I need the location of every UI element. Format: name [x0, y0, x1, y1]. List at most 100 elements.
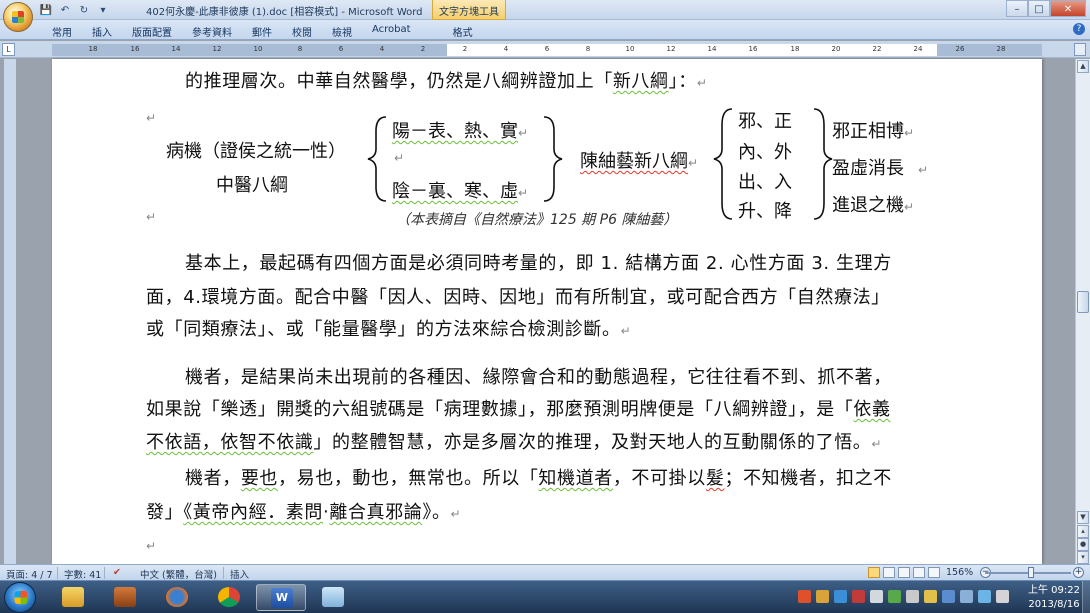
- ruler-tick-label: 14: [171, 45, 181, 53]
- media-icon: [114, 587, 136, 607]
- tray-icon[interactable]: [996, 590, 1009, 603]
- scroll-thumb[interactable]: [1077, 291, 1089, 313]
- ruler-tick-label: 14: [707, 45, 717, 53]
- ruler-tick-label: 16: [748, 45, 758, 53]
- next-page-button[interactable]: ▾: [1077, 551, 1089, 564]
- undo-icon[interactable]: ↶: [57, 3, 73, 18]
- view-ruler-button[interactable]: [1074, 43, 1086, 56]
- tab-home[interactable]: 常用: [42, 23, 82, 40]
- customize-qat-icon[interactable]: ▾: [95, 3, 111, 18]
- tab-insert[interactable]: 插入: [82, 23, 122, 40]
- tab-page-layout[interactable]: 版面配置: [122, 23, 182, 40]
- system-tray: [798, 590, 1009, 603]
- chrome-icon: [218, 587, 240, 607]
- ruler-tick-label: 22: [872, 45, 882, 53]
- maximize-button[interactable]: □: [1028, 0, 1050, 17]
- ruler-tick-label: 28: [996, 45, 1006, 53]
- proofing-icon[interactable]: ✔: [113, 567, 121, 578]
- divider: [57, 567, 58, 579]
- paragraph-3-line-1: 機者，要也，易也，動也，無常也。所以「知機道者，不可掛以髮；不知機者，扣之不: [185, 468, 892, 489]
- window-title: 402何永慶-此康非彼康 (1).doc [相容模式] - Microsoft …: [146, 7, 423, 18]
- title-bar: 💾 ↶ ↻ ▾ 402何永慶-此康非彼康 (1).doc [相容模式] - Mi…: [0, 0, 1090, 32]
- start-button[interactable]: [4, 582, 36, 613]
- ruler-tick-label: 6: [338, 45, 344, 53]
- tab-mailings[interactable]: 郵件: [242, 23, 282, 40]
- vertical-ruler[interactable]: [4, 59, 16, 564]
- diagram-new-principle-3: 出、入: [738, 172, 792, 193]
- web-layout-button[interactable]: [898, 567, 910, 578]
- tab-view[interactable]: 檢視: [322, 23, 362, 40]
- previous-page-button[interactable]: ▴: [1077, 525, 1089, 538]
- tray-icon[interactable]: [888, 590, 901, 603]
- diagram-caption: （本表摘自《自然療法》125 期 P6 陳紬藝）: [396, 212, 678, 228]
- horizontal-ruler[interactable]: 18 16 14 12 10 8 6 4 2 2 4 6 8 10 12 14 16 18 20 22 24 26 28: [52, 44, 1042, 56]
- taskbar-media[interactable]: [100, 584, 150, 611]
- clock-date: 2013/8/16: [1028, 599, 1080, 610]
- scroll-up-button[interactable]: ▲: [1077, 60, 1089, 73]
- vertical-scrollbar[interactable]: ▲ ▼ ▴ ● ▾: [1075, 59, 1090, 564]
- tray-icon[interactable]: [834, 590, 847, 603]
- ruler-tick-label: 4: [503, 45, 509, 53]
- ruler-tick-label: 4: [379, 45, 385, 53]
- tray-icon[interactable]: [798, 590, 811, 603]
- ribbon: 常用 插入 版面配置 參考資料 郵件 校閱 檢視 Acrobat 格式 ?: [0, 20, 1090, 40]
- paragraph-1-line-2: 面，4.環境方面。配合中醫「因人、因時、因地」而有所制宜，或可配合西方「自然療法…: [146, 287, 890, 308]
- diagram-new-principle-2: 內、外: [738, 142, 792, 163]
- taskbar-explorer[interactable]: [48, 584, 98, 611]
- close-button[interactable]: ✕: [1050, 0, 1086, 17]
- ruler-tick-label: 24: [913, 45, 923, 53]
- word-count[interactable]: 字數: 41: [64, 567, 101, 581]
- scroll-down-button[interactable]: ▼: [1077, 511, 1089, 524]
- full-screen-reading-button[interactable]: [883, 567, 895, 578]
- office-button[interactable]: [3, 2, 33, 32]
- word-icon: W: [271, 588, 293, 608]
- tray-icon[interactable]: [816, 590, 829, 603]
- ruler-tick-label: 12: [212, 45, 222, 53]
- tray-icon[interactable]: [924, 590, 937, 603]
- clock[interactable]: 上午 09:22 2013/8/16: [1028, 584, 1080, 612]
- zoom-in-button[interactable]: +: [1073, 567, 1084, 578]
- print-layout-view-button[interactable]: [868, 567, 880, 578]
- tab-format[interactable]: 格式: [443, 23, 483, 40]
- window-controls: – □ ✕: [1006, 0, 1086, 17]
- ruler-tick-label: 20: [831, 45, 841, 53]
- tray-icon[interactable]: [978, 590, 991, 603]
- page-counter[interactable]: 頁面: 4 / 7: [6, 567, 53, 581]
- tab-review[interactable]: 校閱: [282, 23, 322, 40]
- taskbar-word[interactable]: W: [256, 584, 306, 611]
- ruler-tick-label: 10: [625, 45, 635, 53]
- ribbon-tabs: 常用 插入 版面配置 參考資料 郵件 校閱 檢視 Acrobat 格式: [42, 23, 483, 40]
- redo-icon[interactable]: ↻: [76, 3, 92, 18]
- tab-acrobat[interactable]: Acrobat: [362, 23, 421, 40]
- zoom-slider-thumb[interactable]: [1028, 567, 1034, 578]
- browse-object-button[interactable]: ●: [1077, 538, 1089, 551]
- tab-references[interactable]: 參考資料: [182, 23, 242, 40]
- minimize-button[interactable]: –: [1006, 0, 1028, 17]
- quick-access-toolbar: 💾 ↶ ↻ ▾: [38, 2, 111, 18]
- folder-icon: [62, 587, 84, 607]
- tray-icon[interactable]: [870, 590, 883, 603]
- taskbar: W 上午 09:22 2013/8/16: [0, 580, 1090, 613]
- tray-icon[interactable]: [960, 590, 973, 603]
- taskbar-chrome[interactable]: [204, 584, 254, 611]
- draft-view-button[interactable]: [928, 567, 940, 578]
- diagram-right-1: 邪正相博↵: [832, 121, 915, 142]
- diagram-middle-label: 陳紬藝新八綱↵: [580, 151, 699, 172]
- outline-view-button[interactable]: [913, 567, 925, 578]
- volume-icon[interactable]: [906, 590, 919, 603]
- zoom-level[interactable]: 156%: [946, 567, 973, 578]
- save-icon[interactable]: 💾: [38, 3, 54, 18]
- tab-selector[interactable]: L: [2, 43, 15, 56]
- language-indicator[interactable]: 中文 (繁體，台灣): [140, 567, 217, 581]
- help-icon[interactable]: ?: [1073, 23, 1085, 35]
- ruler-tick-label: 18: [790, 45, 800, 53]
- insert-mode[interactable]: 插入: [230, 567, 249, 581]
- document-page[interactable]: 的推理層次。中華自然醫學，仍然是八綱辨證加上「新八綱」：↵ ↵ 病機（證侯之統一…: [52, 59, 1042, 564]
- flag-icon[interactable]: [852, 590, 865, 603]
- taskbar-notepad[interactable]: [308, 584, 358, 611]
- paragraph-mark: ↵: [394, 151, 405, 165]
- network-icon[interactable]: [942, 590, 955, 603]
- ruler-tick-label: 12: [666, 45, 676, 53]
- taskbar-firefox[interactable]: [152, 584, 202, 611]
- show-desktop-button[interactable]: [1082, 581, 1090, 613]
